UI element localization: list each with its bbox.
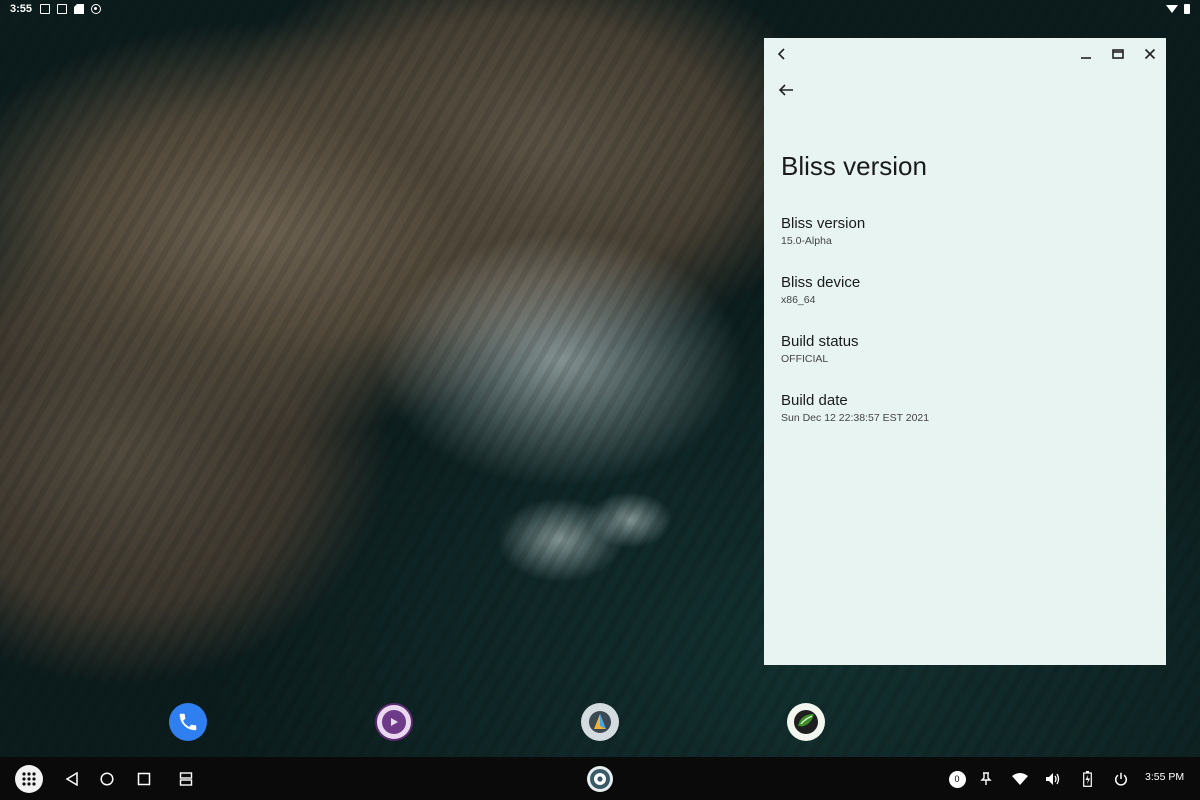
app-drawer-icon[interactable]	[15, 765, 43, 793]
maximize-icon[interactable]	[1108, 44, 1128, 64]
pin-icon[interactable]	[977, 765, 995, 793]
status-bar: 3:55	[0, 0, 1200, 18]
split-screen-icon[interactable]	[175, 765, 197, 793]
files-app-icon[interactable]	[581, 703, 619, 741]
phone-app-icon[interactable]	[169, 703, 207, 741]
pref-build-status[interactable]: Build status OFFICIAL	[781, 333, 1151, 392]
close-icon[interactable]	[1140, 44, 1160, 64]
back-arrow-icon[interactable]	[774, 78, 798, 102]
pref-title: Build status	[781, 333, 859, 350]
page-title: Bliss version	[781, 151, 927, 181]
power-icon[interactable]	[1111, 765, 1131, 793]
minimize-icon[interactable]	[1076, 44, 1096, 64]
pref-title: Bliss version	[781, 215, 866, 232]
settings-window: Bliss version Bliss version 15.0-Alpha B…	[764, 38, 1166, 665]
music-app-icon[interactable]	[375, 703, 413, 741]
pref-summary: 15.0-Alpha	[781, 235, 832, 247]
collapse-icon[interactable]	[772, 44, 792, 64]
pref-title: Build date	[781, 392, 848, 409]
window-caption-bar[interactable]	[764, 38, 1166, 70]
pref-summary: OFFICIAL	[781, 353, 829, 365]
wifi-icon[interactable]	[1010, 765, 1030, 793]
taskbar-clock[interactable]: 3:55 PM	[1145, 771, 1184, 783]
save-icon	[57, 4, 68, 14]
pref-bliss-device[interactable]: Bliss device x86_64	[781, 274, 1151, 333]
pref-title: Bliss device	[781, 274, 861, 291]
volume-icon[interactable]	[1043, 765, 1063, 793]
settings-icon[interactable]	[585, 765, 615, 793]
recents-icon[interactable]	[133, 765, 155, 793]
home-icon[interactable]	[96, 765, 118, 793]
record-icon	[91, 4, 102, 14]
battery-icon	[1184, 4, 1190, 14]
play-icon	[382, 710, 406, 734]
taskbar: 0 3:55 PM	[0, 757, 1200, 800]
pref-summary: x86_64	[781, 294, 816, 306]
pref-build-date[interactable]: Build date Sun Dec 12 22:38:57 EST 2021	[781, 392, 1151, 451]
preference-list: Bliss version 15.0-Alpha Bliss device x8…	[781, 215, 1151, 451]
sprout-app-icon[interactable]	[787, 703, 825, 741]
status-time: 3:55	[10, 3, 33, 15]
notification-count: 0	[948, 770, 966, 788]
sd-card-icon	[74, 4, 85, 14]
pref-bliss-version[interactable]: Bliss version 15.0-Alpha	[781, 215, 1151, 274]
save-icon	[40, 4, 51, 14]
battery-icon[interactable]	[1079, 765, 1095, 793]
wifi-icon	[1166, 5, 1178, 13]
back-icon[interactable]	[61, 765, 83, 793]
notification-count-badge[interactable]: 0	[947, 765, 967, 793]
pref-summary: Sun Dec 12 22:38:57 EST 2021	[781, 412, 930, 424]
